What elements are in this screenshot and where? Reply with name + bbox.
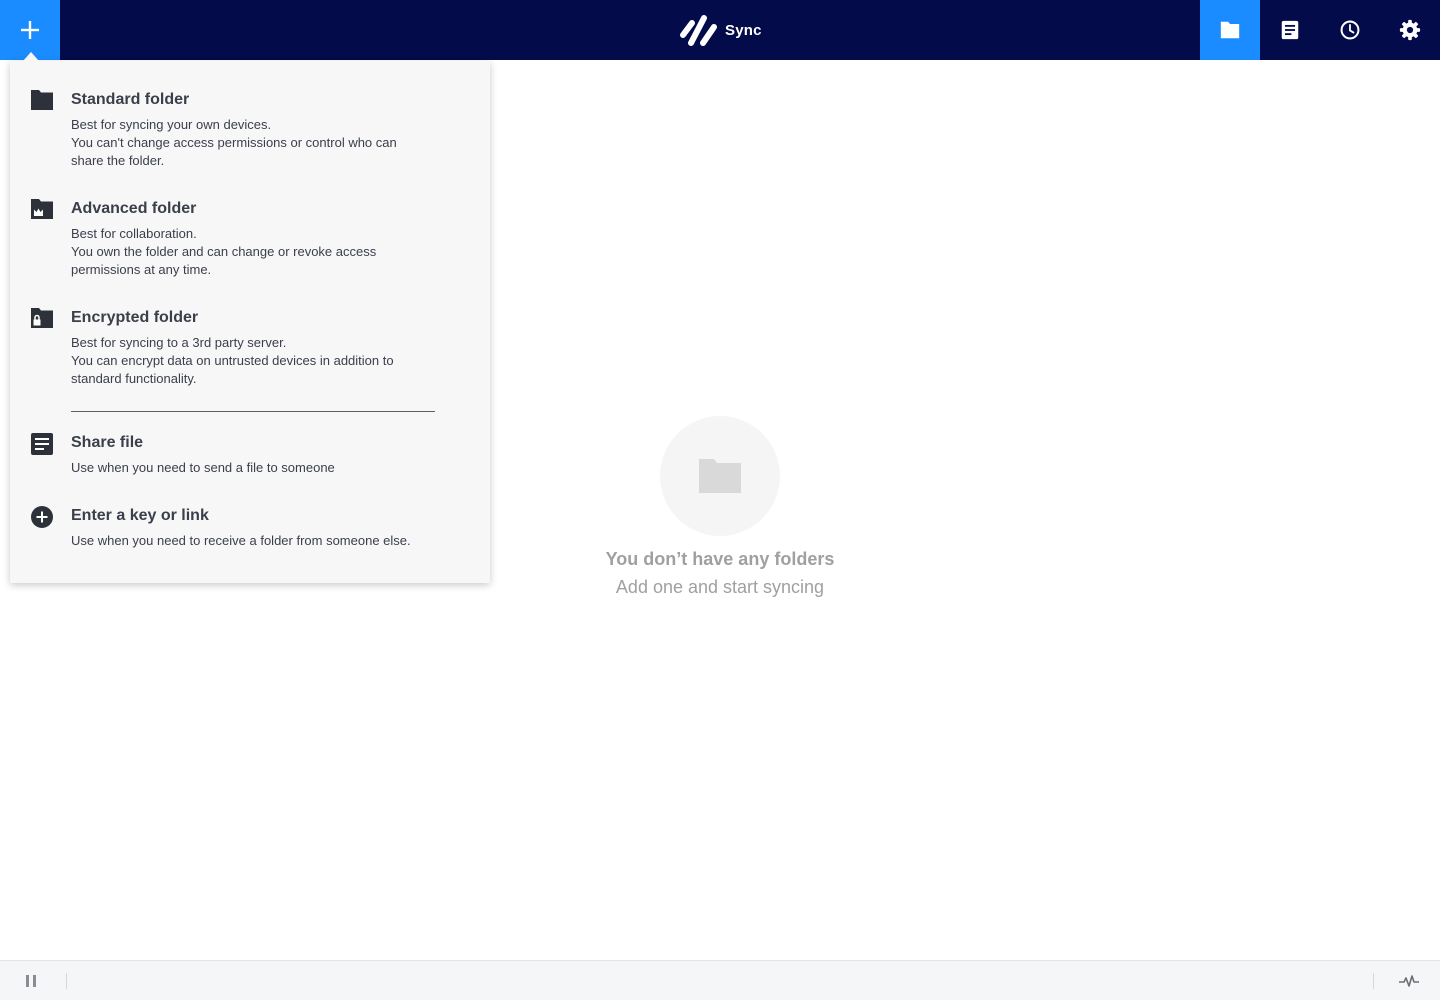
empty-state-subtitle: Add one and start syncing (615, 577, 825, 597)
top-bar: Sync (0, 0, 1440, 60)
menu-item-title: Share file (71, 434, 144, 451)
nav-files-button[interactable] (1260, 0, 1320, 60)
menu-caret (23, 52, 39, 61)
clock-icon (1340, 20, 1360, 40)
folder-icon (699, 459, 741, 493)
status-bar (0, 960, 1440, 1000)
menu-item-description: Best for syncing to a 3rd party server. … (71, 335, 394, 386)
menu-item-description: Use when you need to receive a folder fr… (71, 533, 411, 548)
menu-item-share-file[interactable]: Share file Use when you need to send a f… (10, 432, 490, 478)
app-name: Sync (725, 21, 762, 39)
menu-item-description: Use when you need to send a file to some… (71, 460, 335, 475)
empty-state-title: You don’t have any folders (605, 549, 835, 569)
app-logo: Sync (679, 13, 762, 47)
status-bar-divider (1373, 973, 1374, 989)
sync-logo-icon (680, 15, 717, 46)
nav-settings-button[interactable] (1380, 0, 1440, 60)
status-bar-divider (66, 973, 67, 989)
menu-item-enter-key-or-link[interactable]: Enter a key or link Use when you need to… (10, 505, 490, 551)
document-icon (31, 433, 53, 455)
menu-divider (71, 411, 435, 412)
menu-item-title: Encrypted folder (71, 309, 199, 326)
menu-item-standard-folder[interactable]: Standard folder Best for syncing your ow… (10, 89, 490, 169)
add-menu: Standard folder Best for syncing your ow… (10, 61, 490, 583)
folder-icon (31, 90, 53, 110)
folder-icon (1220, 21, 1240, 39)
menu-item-title: Enter a key or link (71, 507, 209, 524)
activity-icon (1399, 975, 1419, 987)
menu-item-advanced-folder[interactable]: Advanced folder Best for collaboration. … (10, 198, 490, 278)
folder-crown-icon (31, 199, 53, 219)
add-button[interactable] (0, 0, 60, 60)
nav-history-button[interactable] (1320, 0, 1380, 60)
plus-icon (21, 21, 39, 39)
activity-button[interactable] (1396, 971, 1422, 991)
folder-lock-icon (31, 308, 53, 328)
plus-circle-icon (31, 506, 53, 528)
menu-item-title: Standard folder (71, 91, 190, 108)
menu-item-description: Best for syncing your own devices. You c… (71, 117, 397, 168)
document-icon (1281, 20, 1299, 40)
menu-item-description: Best for collaboration. You own the fold… (71, 226, 377, 277)
gear-icon (1399, 19, 1421, 41)
pause-button[interactable] (20, 971, 42, 991)
menu-item-encrypted-folder[interactable]: Encrypted folder Best for syncing to a 3… (10, 307, 490, 387)
nav-folders-button[interactable] (1200, 0, 1260, 60)
menu-item-title: Advanced folder (71, 200, 197, 217)
empty-state-illustration (660, 416, 780, 536)
pause-icon (26, 975, 36, 987)
